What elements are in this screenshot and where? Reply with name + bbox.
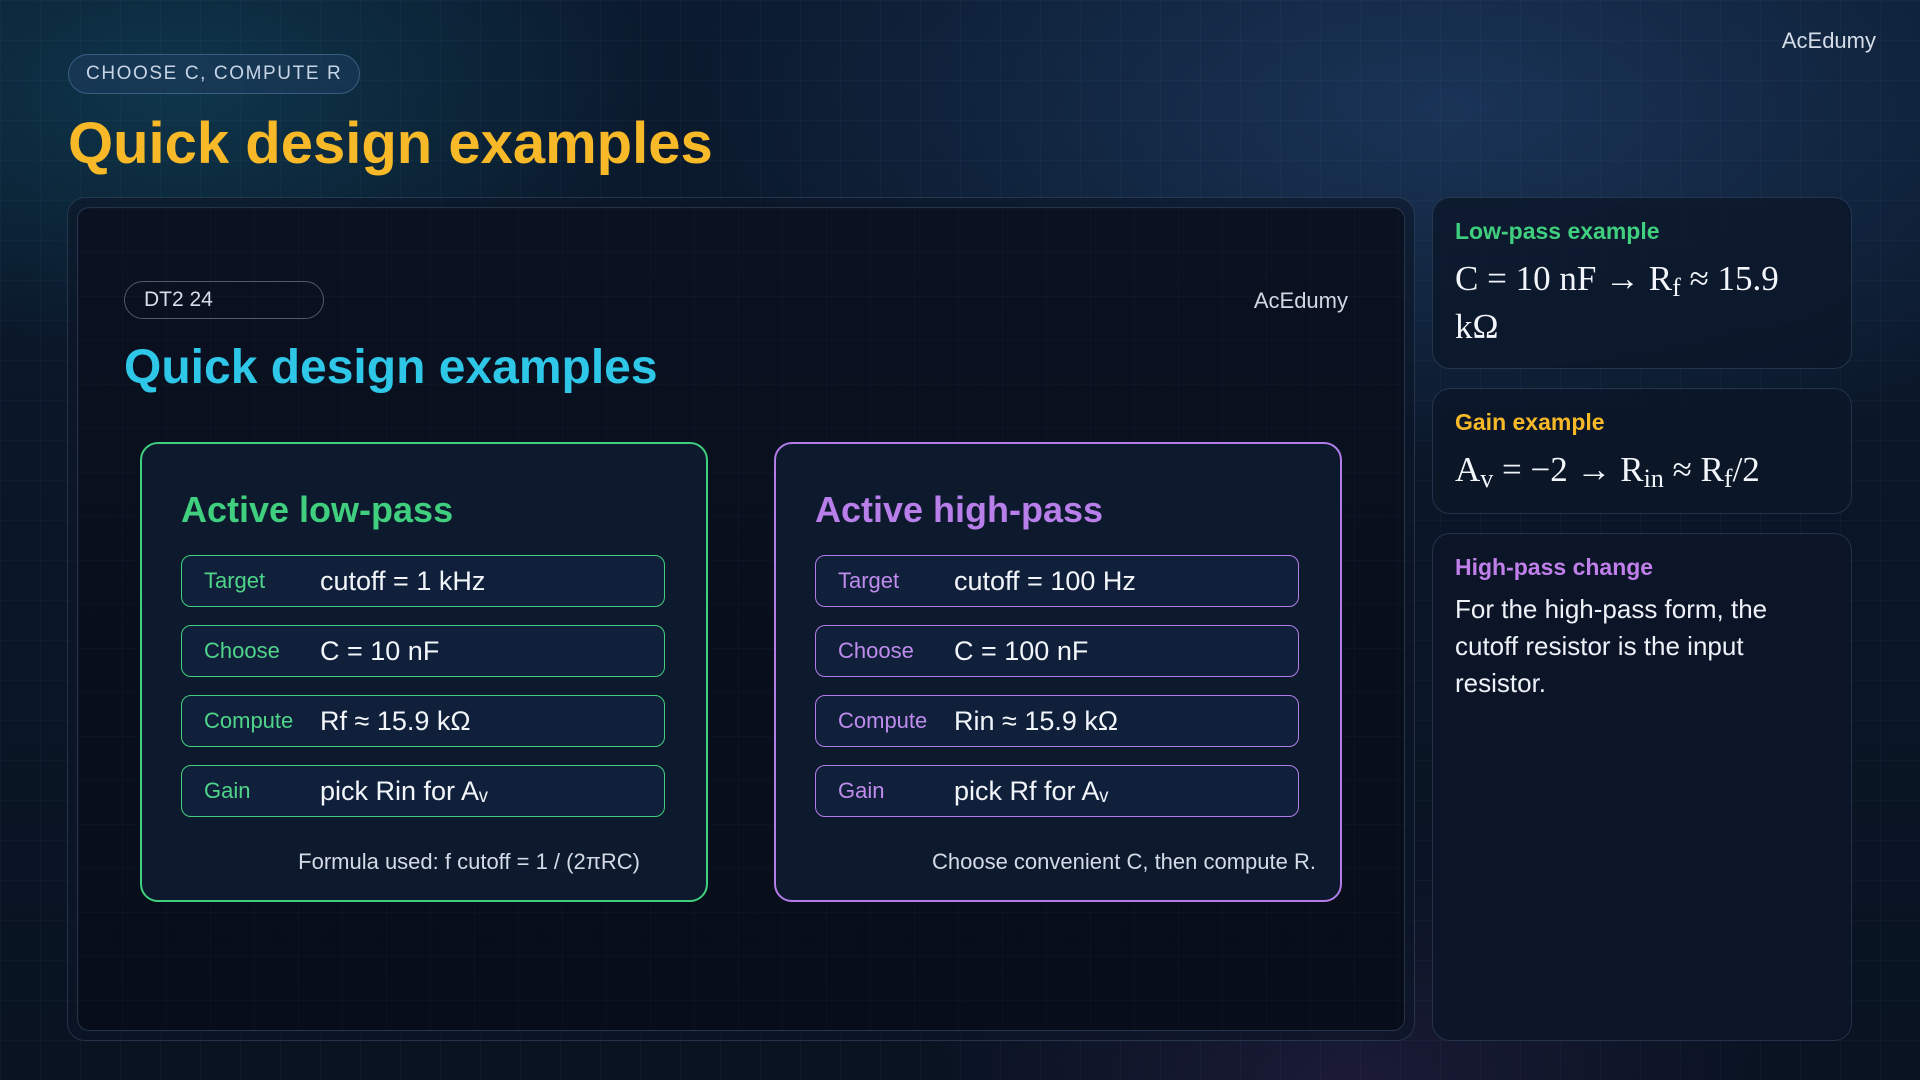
equation-subscript: v bbox=[1480, 464, 1494, 493]
equation-part: ≈ R bbox=[1663, 450, 1724, 489]
row-value: cutoff = 100 Hz bbox=[954, 565, 1136, 596]
row-label: Gain bbox=[204, 778, 251, 803]
slide-preview-frame: DT2 24 AcEdumy Quick design examples Act… bbox=[67, 197, 1415, 1041]
lowpass-row-gain: Gain pick Rin for Aᵥ bbox=[181, 765, 665, 817]
highpass-change-heading: High-pass change bbox=[1455, 554, 1654, 580]
row-label: Target bbox=[204, 568, 266, 593]
brand-logo-text: AcEdumy bbox=[1781, 28, 1876, 53]
row-label: Choose bbox=[838, 638, 914, 663]
highpass-card-title: Active high-pass bbox=[815, 489, 1104, 530]
row-label: Gain bbox=[838, 778, 885, 803]
row-value: pick Rin for Aᵥ bbox=[320, 775, 488, 806]
gain-example-equation: Av = −2 → Rin ≈ Rf/2 bbox=[1455, 446, 1829, 494]
equation-part: = −2 → R bbox=[1493, 450, 1644, 489]
highpass-row-gain: Gain pick Rf for Aᵥ bbox=[815, 765, 1299, 817]
slide-title: Quick design examples bbox=[124, 341, 658, 394]
highpass-rows: Target cutoff = 100 Hz Choose C = 100 nF… bbox=[815, 555, 1299, 835]
section-eyebrow-badge: CHOOSE C, COMPUTE R bbox=[68, 54, 361, 94]
equation-subscript: in bbox=[1643, 464, 1664, 493]
lowpass-formula-note: Formula used: f cutoff = 1 / (2πRC) bbox=[298, 849, 640, 874]
lowpass-example-heading: Low-pass example bbox=[1455, 218, 1660, 244]
row-label: Choose bbox=[204, 638, 280, 663]
equation-subscript: f bbox=[1672, 273, 1681, 302]
highpass-change-text: For the high-pass form, the cutoff resis… bbox=[1455, 594, 1768, 698]
row-label: Compute bbox=[838, 708, 928, 733]
lowpass-card-title: Active low-pass bbox=[181, 489, 454, 530]
row-value: cutoff = 1 kHz bbox=[320, 565, 486, 596]
lowpass-card: Active low-pass Target cutoff = 1 kHz Ch… bbox=[140, 442, 708, 902]
equation-part: C = 10 nF → R bbox=[1455, 259, 1673, 298]
highpass-change-panel: High-pass change For the high-pass form,… bbox=[1432, 533, 1852, 1041]
gain-example-heading: Gain example bbox=[1455, 409, 1605, 435]
row-value: C = 100 nF bbox=[954, 635, 1089, 666]
lowpass-example-equation: C = 10 nF → Rf ≈ 15.9 kΩ bbox=[1455, 255, 1829, 351]
gain-example-panel: Gain example Av = −2 → Rin ≈ Rf/2 bbox=[1432, 388, 1852, 514]
row-label: Compute bbox=[204, 708, 294, 733]
lowpass-row-choose: Choose C = 10 nF bbox=[181, 625, 665, 677]
row-value: Rin ≈ 15.9 kΩ bbox=[954, 705, 1119, 736]
lowpass-row-target: Target cutoff = 1 kHz bbox=[181, 555, 665, 607]
equation-part: /2 bbox=[1732, 450, 1760, 489]
highpass-row-choose: Choose C = 100 nF bbox=[815, 625, 1299, 677]
slide-tag-badge: DT2 24 bbox=[124, 281, 324, 319]
highpass-note: Choose convenient C, then compute R. bbox=[931, 849, 1316, 874]
highpass-row-target: Target cutoff = 100 Hz bbox=[815, 555, 1299, 607]
lowpass-rows: Target cutoff = 1 kHz Choose C = 10 nF C… bbox=[181, 555, 665, 835]
row-value: C = 10 nF bbox=[320, 635, 440, 666]
slide-preview: DT2 24 AcEdumy Quick design examples Act… bbox=[77, 207, 1405, 1031]
row-value: pick Rf for Aᵥ bbox=[954, 775, 1109, 806]
highpass-card: Active high-pass Target cutoff = 100 Hz … bbox=[774, 442, 1342, 902]
equation-subscript: f bbox=[1723, 464, 1733, 493]
row-label: Target bbox=[838, 568, 900, 593]
slide-brand-text: AcEdumy bbox=[1253, 288, 1348, 313]
lowpass-example-panel: Low-pass example C = 10 nF → Rf ≈ 15.9 k… bbox=[1432, 197, 1852, 369]
equation-part: A bbox=[1455, 450, 1481, 489]
row-value: Rf ≈ 15.9 kΩ bbox=[320, 705, 471, 736]
lowpass-row-compute: Compute Rf ≈ 15.9 kΩ bbox=[181, 695, 665, 747]
page-title: Quick design examples bbox=[68, 111, 713, 176]
highpass-row-compute: Compute Rin ≈ 15.9 kΩ bbox=[815, 695, 1299, 747]
